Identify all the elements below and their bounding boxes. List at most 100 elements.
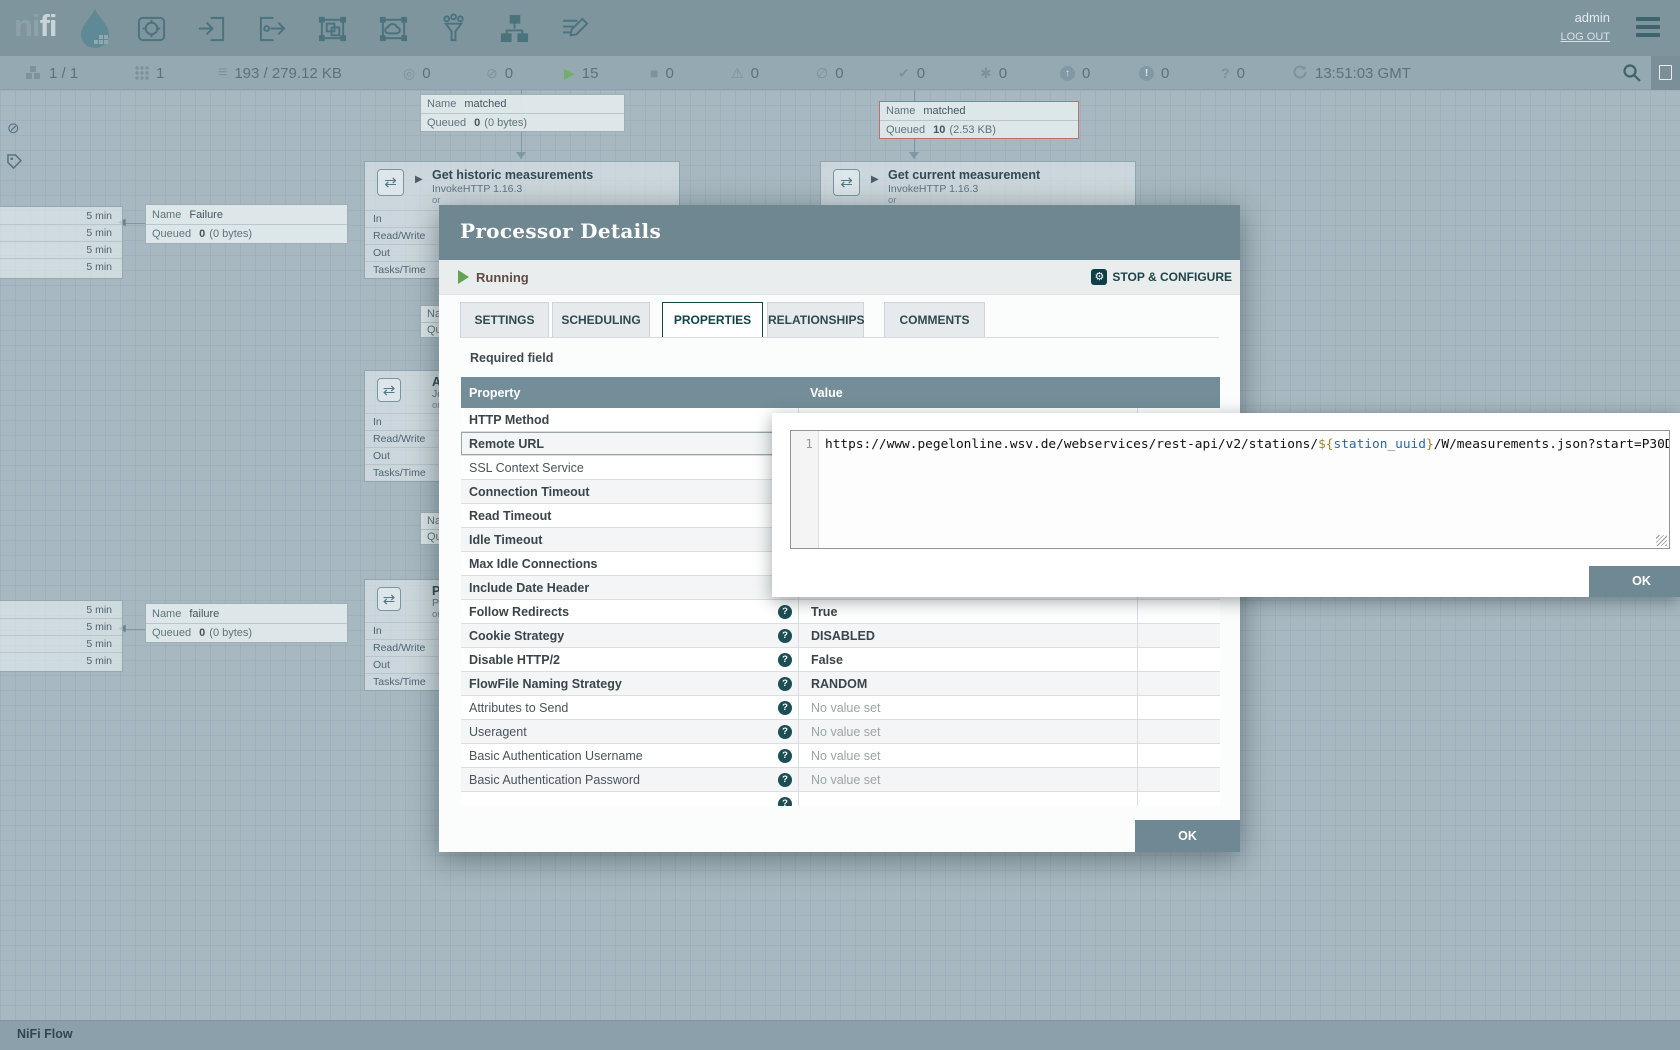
- help-icon[interactable]: ?: [778, 749, 792, 763]
- exclamation-circle-icon: !: [1139, 66, 1154, 81]
- search-icon[interactable]: [1622, 63, 1642, 88]
- bulletin-board-button[interactable]: [1651, 56, 1680, 90]
- warning-icon: ⚠: [731, 66, 744, 80]
- status-value: 0: [1082, 65, 1090, 82]
- tab-relationships[interactable]: RELATIONSHIPS: [767, 302, 864, 338]
- label-key: Name: [886, 105, 915, 117]
- global-menu-icon[interactable]: [1636, 17, 1660, 37]
- value-editor-popup: 1 https://www.pegelonline.wsv.de/webserv…: [772, 413, 1680, 597]
- queued-count: 0: [199, 228, 205, 240]
- processor-title: Get current measurement: [888, 168, 1040, 182]
- tabs-underline: [460, 337, 1219, 338]
- processor-fragment[interactable]: 5 min 5 min 5 min 5 min: [0, 600, 123, 672]
- breadcrumb[interactable]: NiFi Flow: [17, 1027, 73, 1041]
- dialog-header: Processor Details: [439, 205, 1240, 260]
- connection-label-matched[interactable]: Namematched Queued0(0 bytes): [420, 94, 625, 132]
- connection-label-failure[interactable]: Namefailure Queued0(0 bytes): [145, 603, 348, 643]
- queued-count: 0: [199, 627, 205, 639]
- resize-handle-icon[interactable]: [1656, 535, 1667, 546]
- help-icon[interactable]: ?: [778, 773, 792, 787]
- help-icon[interactable]: ?: [778, 653, 792, 667]
- help-icon[interactable]: ?: [778, 725, 792, 739]
- invokehttp-icon: ⇄: [377, 169, 404, 196]
- tab-comments[interactable]: COMMENTS: [884, 302, 985, 338]
- stat-5min: 5 min: [0, 207, 122, 224]
- asterisk-icon: ✱: [980, 66, 992, 80]
- table-row[interactable]: Attributes to Send? No value set: [461, 696, 1220, 720]
- processor-fragment[interactable]: 5 min 5 min 5 min 5 min: [0, 206, 123, 279]
- table-row[interactable]: Useragent? No value set: [461, 720, 1220, 744]
- help-icon[interactable]: ?: [778, 797, 792, 806]
- status-running: ▶ 15: [564, 56, 598, 90]
- current-user: admin: [1575, 10, 1610, 25]
- table-row[interactable]: Follow Redirects? True: [461, 600, 1220, 624]
- el-open: ${: [1318, 437, 1333, 452]
- table-row[interactable]: FlowFile Naming Strategy? RANDOM: [461, 672, 1220, 696]
- property-column-header: Property: [461, 386, 798, 400]
- note-icon: [1659, 65, 1672, 80]
- thread-grid-icon: [134, 65, 149, 82]
- template-icon[interactable]: [499, 12, 530, 45]
- stat-5min: 5 min: [0, 652, 122, 669]
- dialog-ok-button[interactable]: OK: [1135, 820, 1240, 852]
- queued-size: (0 bytes): [484, 117, 527, 129]
- input-port-icon[interactable]: [196, 12, 227, 45]
- processor-type: InvokeHTTP 1.16.3: [888, 183, 978, 195]
- running-indicator-icon: ▶: [415, 174, 423, 185]
- label-value: failure: [189, 608, 219, 620]
- output-port-icon[interactable]: [257, 12, 288, 45]
- status-value: 0: [751, 65, 759, 82]
- process-group-icon[interactable]: [317, 12, 348, 45]
- connection-label-failure[interactable]: NameFailure Queued0(0 bytes): [145, 204, 348, 244]
- label-key: Queued: [152, 228, 191, 240]
- tab-settings[interactable]: SETTINGS: [460, 302, 549, 338]
- status-value: 0: [1237, 65, 1245, 82]
- transmitting-icon: ◎: [403, 66, 415, 80]
- tag-icon: [7, 154, 22, 173]
- label-key: Queued: [427, 117, 466, 129]
- value-editor-textarea[interactable]: 1 https://www.pegelonline.wsv.de/webserv…: [790, 430, 1670, 549]
- processor-icon[interactable]: [136, 12, 167, 45]
- remote-url-value[interactable]: https://www.pegelonline.wsv.de/webservic…: [819, 431, 1669, 548]
- status-stopped: ■ 0: [650, 56, 674, 90]
- processor-icon: ⇄: [377, 587, 401, 611]
- queued-list-icon: ≡: [218, 65, 227, 81]
- label-key: Queued: [886, 124, 925, 136]
- editor-ok-button[interactable]: OK: [1589, 566, 1680, 597]
- status-value: 1 / 1: [49, 65, 78, 82]
- app-header: nifi admin LOG OUT: [0, 0, 1680, 56]
- label-icon[interactable]: [560, 12, 591, 45]
- logout-link[interactable]: LOG OUT: [1560, 31, 1610, 43]
- tab-properties[interactable]: PROPERTIES: [662, 302, 763, 338]
- label-value: matched: [923, 105, 965, 117]
- help-icon[interactable]: ?: [778, 677, 792, 691]
- label-value: matched: [464, 98, 506, 110]
- running-indicator-icon: ▶: [871, 174, 879, 185]
- funnel-icon[interactable]: [438, 12, 469, 45]
- help-icon[interactable]: ?: [778, 701, 792, 715]
- table-row-partial: ?: [461, 792, 1220, 806]
- arrow-up-circle-icon: ↑: [1060, 66, 1075, 81]
- table-row[interactable]: Disable HTTP/2? False: [461, 648, 1220, 672]
- processor-type: InvokeHTTP 1.16.3: [432, 183, 522, 195]
- table-row[interactable]: Basic Authentication Username? No value …: [461, 744, 1220, 768]
- table-row[interactable]: Basic Authentication Password? No value …: [461, 768, 1220, 792]
- tab-scheduling[interactable]: SCHEDULING: [552, 302, 650, 338]
- connection-label-matched-selected[interactable]: Namematched Queued10(2.53 KB): [879, 101, 1079, 139]
- connection-arrow-icon: [516, 152, 526, 159]
- remote-process-group-icon[interactable]: [378, 12, 409, 45]
- table-header: Property Value: [461, 377, 1220, 408]
- nifi-logo: nifi: [14, 8, 57, 44]
- stop-and-configure-button[interactable]: ⚙ STOP & CONFIGURE: [1091, 269, 1232, 285]
- status-value: 193 / 279.12 KB: [234, 65, 342, 82]
- refresh-icon[interactable]: [1292, 64, 1308, 82]
- table-row[interactable]: Cookie Strategy? DISABLED: [461, 624, 1220, 648]
- line-number-gutter: 1: [791, 431, 819, 548]
- status-stale: ↑ 0: [1060, 56, 1090, 90]
- status-value: 0: [422, 65, 430, 82]
- status-refresh[interactable]: 13:51:03 GMT: [1292, 56, 1411, 90]
- help-icon[interactable]: ?: [778, 605, 792, 619]
- label-key: Name: [152, 209, 181, 221]
- queued-count: 0: [474, 117, 480, 129]
- help-icon[interactable]: ?: [778, 629, 792, 643]
